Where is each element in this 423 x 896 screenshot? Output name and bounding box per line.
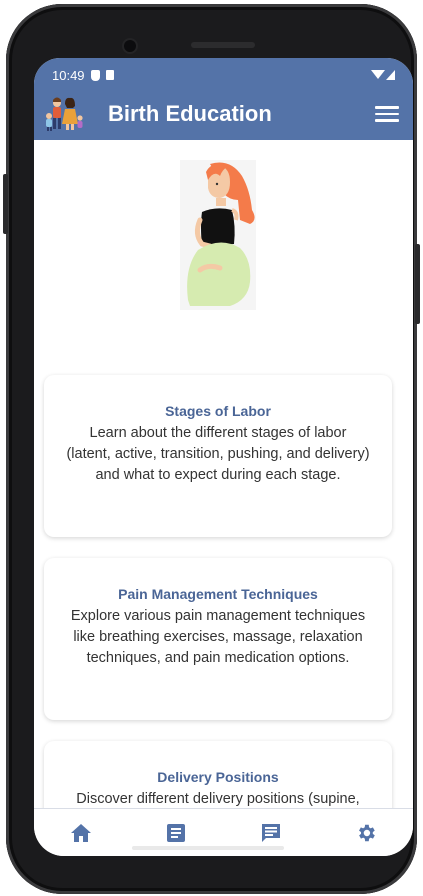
nav-home[interactable] [34, 809, 129, 856]
status-time: 10:49 [52, 67, 85, 83]
family-logo-icon [46, 97, 83, 131]
card-stages-of-labor[interactable]: Stages of Labor Learn about the differen… [44, 375, 392, 537]
wifi-signal-icon [371, 70, 395, 80]
content-scroll[interactable]: Stages of Labor Learn about the differen… [34, 140, 413, 808]
card-title: Delivery Positions [157, 769, 279, 785]
shield-icon [90, 69, 100, 81]
article-icon[interactable] [166, 823, 186, 843]
screen: 10:49 Birth Education Stages of Labor Le… [34, 58, 413, 856]
volume-button [3, 174, 8, 234]
card-title: Stages of Labor [165, 403, 271, 419]
front-camera [124, 40, 136, 52]
app-bar: 10:49 Birth Education [34, 58, 413, 140]
earpiece-speaker [191, 42, 255, 48]
status-bar: 10:49 [52, 66, 397, 84]
pregnant-woman-illustration [180, 160, 256, 310]
home-icon[interactable] [70, 823, 92, 843]
chat-icon[interactable] [260, 822, 282, 844]
card-delivery-positions[interactable]: Delivery Positions Discover different de… [44, 741, 392, 808]
card-description: Learn about the different stages of labo… [66, 425, 370, 483]
card-description: Explore various pain management techniqu… [70, 608, 366, 666]
home-indicator [132, 846, 284, 850]
nav-settings[interactable] [318, 809, 413, 856]
menu-icon[interactable] [375, 102, 399, 126]
card-description: Discover different delivery positions (s… [76, 791, 360, 807]
sim-icon [105, 70, 114, 80]
toolbar: Birth Education [34, 88, 413, 140]
card-pain-management[interactable]: Pain Management Techniques Explore vario… [44, 558, 392, 720]
app-title: Birth Education [108, 101, 272, 126]
power-button [415, 244, 420, 324]
card-title: Pain Management Techniques [118, 586, 318, 602]
settings-icon[interactable] [355, 822, 377, 844]
